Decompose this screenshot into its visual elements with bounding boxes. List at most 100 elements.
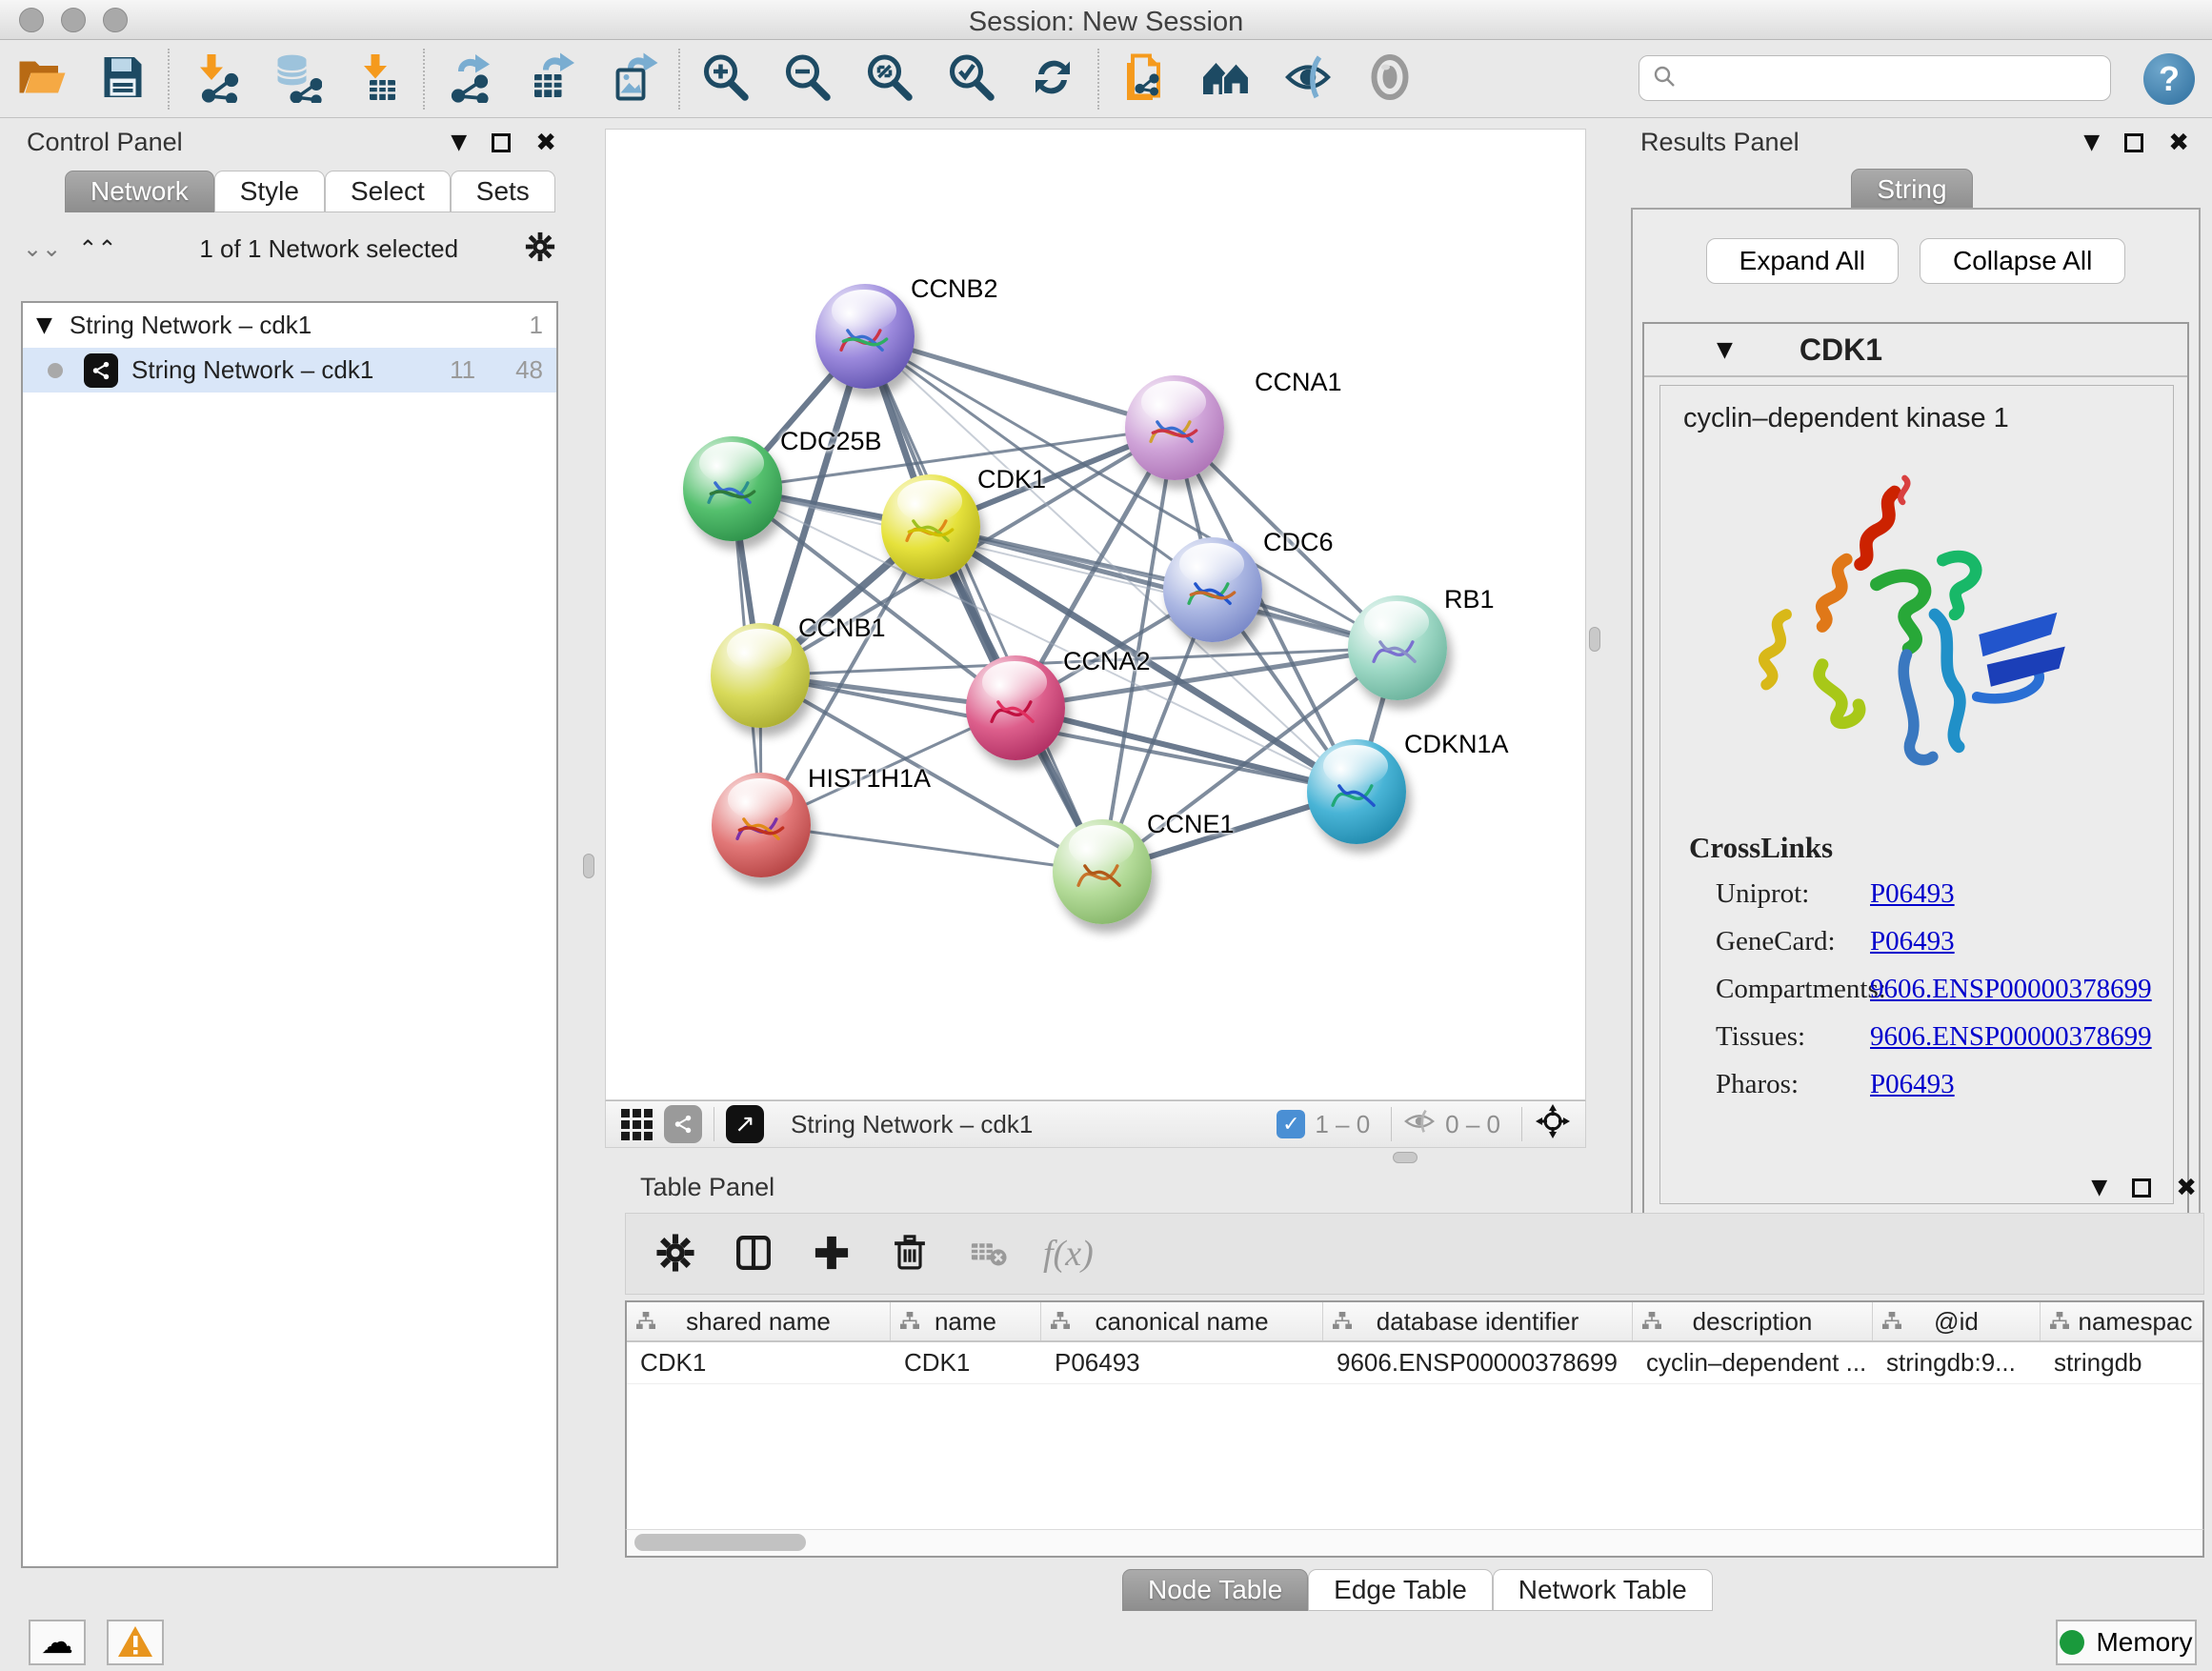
table-cell[interactable]: CDK1 [627, 1342, 891, 1383]
pan-crosshair-icon[interactable] [1534, 1102, 1572, 1147]
column-header-name[interactable]: name [891, 1302, 1041, 1340]
crosslink-link[interactable]: 9606.ENSP00000378699 [1870, 974, 2152, 1005]
tab-sets[interactable]: Sets [451, 171, 555, 212]
expand-all-networks-icon[interactable]: ⌃⌃ [78, 235, 116, 262]
export-table-button[interactable] [511, 45, 593, 113]
search-input[interactable] [1678, 64, 2110, 93]
memory-button[interactable]: Memory [2056, 1620, 2197, 1665]
network-node-CDC6[interactable] [1163, 537, 1262, 642]
table-cell[interactable]: CDK1 [891, 1342, 1041, 1383]
column-header-namespac[interactable]: namespac [2041, 1302, 2204, 1340]
show-all-button[interactable] [1349, 45, 1431, 113]
left-splitter-grip[interactable] [583, 854, 594, 878]
crosslink-link[interactable]: P06493 [1870, 878, 1955, 910]
network-share-icon[interactable] [664, 1105, 702, 1143]
network-node-CCNA1[interactable] [1125, 375, 1224, 480]
network-from-selection-button[interactable] [1103, 45, 1185, 113]
import-network-file-button[interactable] [173, 45, 255, 113]
panel-menu-icon[interactable]: ▼ [2091, 1176, 2107, 1199]
toolbar-separator [168, 49, 170, 110]
network-options-gear-icon[interactable] [524, 231, 556, 268]
import-table-button[interactable] [337, 45, 419, 113]
crosslink-link[interactable]: 9606.ENSP00000378699 [1870, 1021, 2152, 1053]
warnings-button[interactable] [107, 1620, 164, 1665]
float-panel-icon[interactable] [492, 133, 511, 152]
hide-selected-button[interactable] [1267, 45, 1349, 113]
cloud-button[interactable]: ☁ [29, 1620, 86, 1665]
network-node-CDK1[interactable] [881, 474, 980, 579]
network-node-RB1[interactable] [1348, 595, 1447, 700]
tab-network[interactable]: Network [65, 171, 214, 212]
crosslink-link[interactable]: P06493 [1870, 1069, 1955, 1100]
column-header-shared-name[interactable]: shared name [627, 1302, 891, 1340]
network-row[interactable]: String Network – cdk1 11 48 [23, 348, 556, 393]
table-row[interactable]: CDK1CDK1P064939606.ENSP00000378699cyclin… [627, 1342, 2202, 1384]
table-cell[interactable]: cyclin–dependent ... [1633, 1342, 1873, 1383]
panel-menu-icon[interactable]: ▼ [451, 131, 467, 154]
apply-layout-button[interactable] [1012, 45, 1094, 113]
show-columns-button[interactable] [731, 1231, 776, 1277]
table-cell[interactable]: stringdb [2041, 1342, 2204, 1383]
import-network-database-button[interactable] [255, 45, 337, 113]
close-panel-icon[interactable]: ✖ [2168, 129, 2189, 157]
right-splitter-grip[interactable] [1589, 627, 1600, 652]
birds-eye-view-icon[interactable] [621, 1109, 653, 1140]
network-view-canvas[interactable]: CCNB2CCNA1CDC25BCDK1CDC6RB1CCNB1CCNA2CDK… [605, 129, 1586, 1100]
zoom-out-button[interactable] [766, 45, 848, 113]
zoom-selected-button[interactable] [930, 45, 1012, 113]
tab-edge-table[interactable]: Edge Table [1308, 1569, 1493, 1611]
help-button[interactable]: ? [2143, 53, 2195, 105]
add-column-button[interactable] [809, 1231, 855, 1277]
table-options-button[interactable] [653, 1231, 698, 1277]
export-image-button[interactable] [593, 45, 674, 113]
table-cell[interactable]: P06493 [1041, 1342, 1323, 1383]
network-node-CCNB1[interactable] [711, 623, 810, 728]
node-table[interactable]: shared namenamecanonical namedatabase id… [625, 1300, 2204, 1529]
save-session-button[interactable] [82, 45, 164, 113]
network-node-CCNB2[interactable] [815, 284, 915, 389]
network-node-CCNE1[interactable] [1053, 819, 1152, 924]
table-cell[interactable]: 9606.ENSP00000378699 [1323, 1342, 1633, 1383]
zoom-in-button[interactable] [684, 45, 766, 113]
open-session-button[interactable] [0, 45, 82, 113]
function-builder-button[interactable]: f(x) [1043, 1233, 1094, 1275]
column-header-database-identifier[interactable]: database identifier [1323, 1302, 1633, 1340]
panel-menu-icon[interactable]: ▼ [2083, 131, 2100, 154]
detach-view-icon[interactable]: ↗ [726, 1105, 764, 1143]
bottom-splitter-grip[interactable] [1393, 1152, 1418, 1163]
crosslink-link[interactable]: P06493 [1870, 926, 1955, 957]
tab-string[interactable]: String [1851, 169, 1972, 211]
scrollbar-thumb[interactable] [634, 1534, 806, 1551]
expand-all-button[interactable]: Expand All [1706, 238, 1899, 284]
tab-node-table[interactable]: Node Table [1122, 1569, 1308, 1611]
collapse-icon[interactable]: ▼ [36, 313, 52, 337]
table-cell[interactable]: stringdb:9... [1873, 1342, 2041, 1383]
network-edge[interactable] [761, 825, 1102, 872]
column-header-description[interactable]: description [1633, 1302, 1873, 1340]
collapse-gene-icon[interactable]: ▼ [1717, 338, 1733, 362]
network-node-CDC25B[interactable] [683, 436, 782, 541]
network-collection-row[interactable]: ▼ String Network – cdk1 1 [23, 303, 556, 348]
tab-style[interactable]: Style [214, 171, 325, 212]
first-neighbors-button[interactable] [1185, 45, 1267, 113]
collapse-all-button[interactable]: Collapse All [1920, 238, 2125, 284]
close-panel-icon[interactable]: ✖ [535, 129, 556, 157]
export-network-button[interactable] [429, 45, 511, 113]
tab-network-table[interactable]: Network Table [1493, 1569, 1713, 1611]
selected-checkbox[interactable]: ✓ [1277, 1110, 1305, 1138]
zoom-fit-button[interactable] [848, 45, 930, 113]
close-panel-icon[interactable]: ✖ [2176, 1174, 2197, 1202]
float-panel-icon[interactable] [2124, 133, 2143, 152]
network-node-HIST1H1A[interactable] [712, 773, 811, 877]
delete-column-button[interactable] [887, 1231, 933, 1277]
network-node-CCNA2[interactable] [966, 655, 1065, 760]
tab-select[interactable]: Select [325, 171, 451, 212]
float-panel-icon[interactable] [2132, 1178, 2151, 1198]
delete-table-button[interactable] [965, 1231, 1011, 1277]
crosslinks-section: CrossLinks Uniprot:P06493GeneCard:P06493… [1660, 806, 2173, 1100]
network-node-CDKN1A[interactable] [1307, 739, 1406, 844]
table-horizontal-scrollbar[interactable] [625, 1529, 2204, 1558]
column-header-canonical-name[interactable]: canonical name [1041, 1302, 1323, 1340]
column-header-@id[interactable]: @id [1873, 1302, 2041, 1340]
collapse-all-networks-icon[interactable]: ⌄⌄ [23, 235, 61, 262]
